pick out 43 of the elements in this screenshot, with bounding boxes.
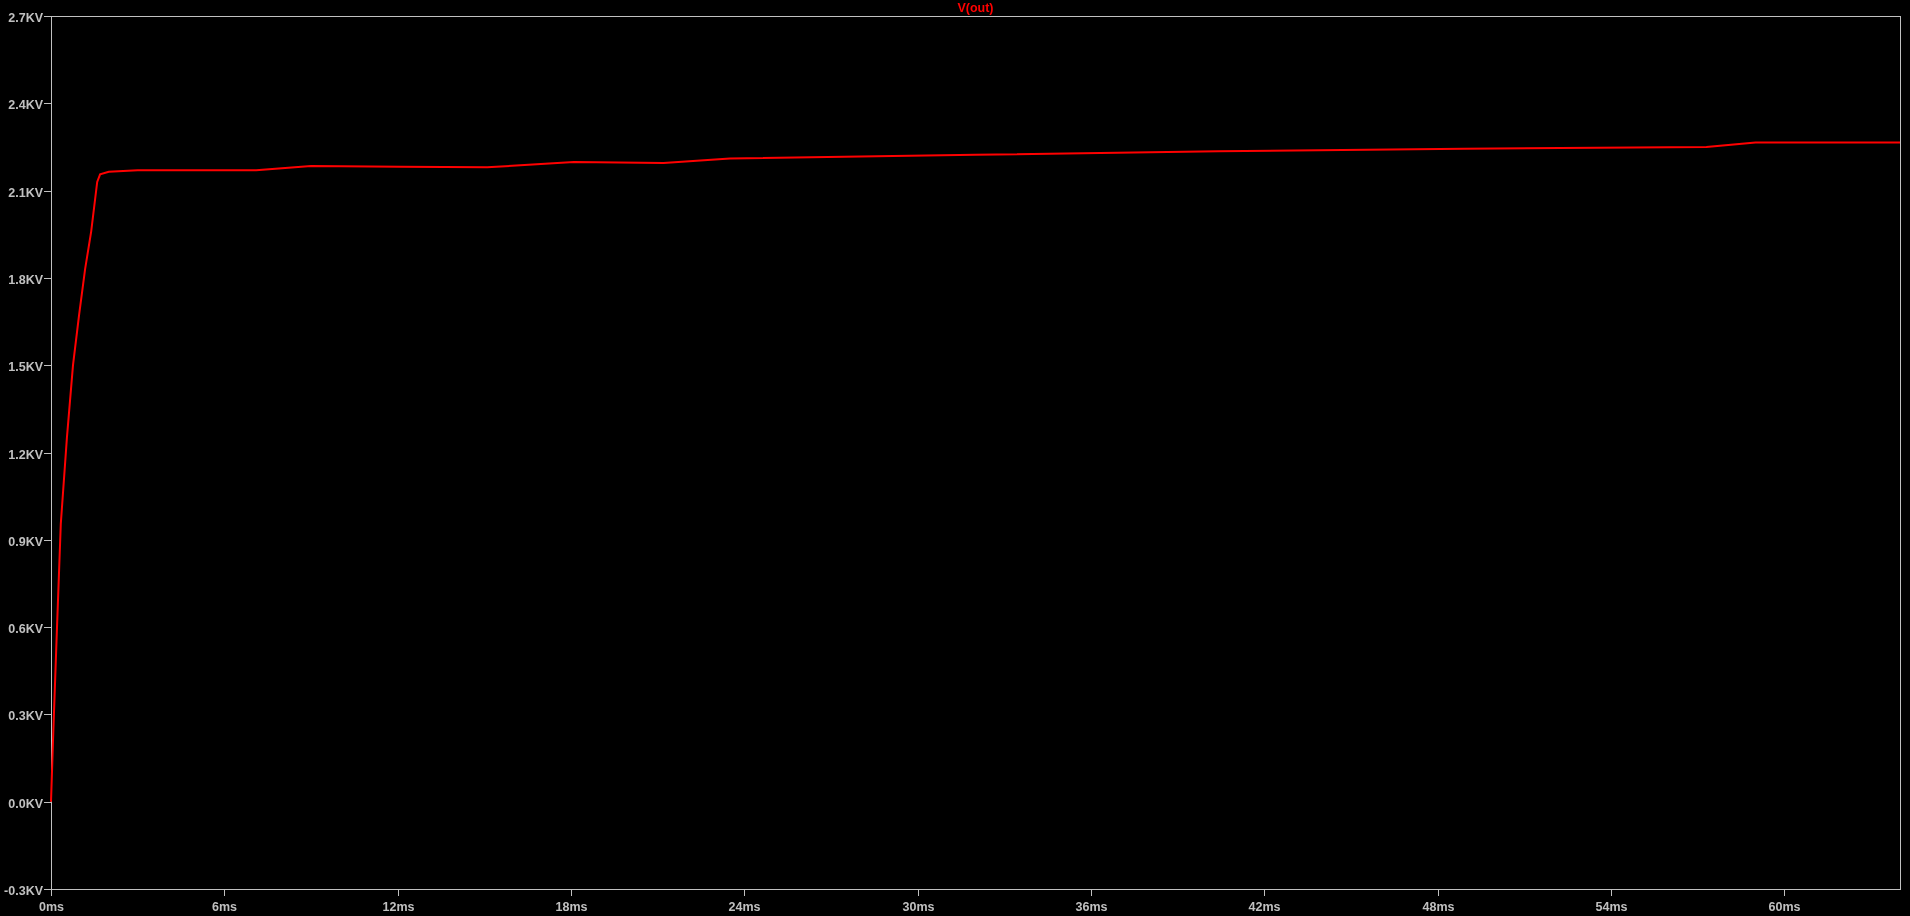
y-tick-label: 1.5KV bbox=[8, 359, 43, 374]
x-tick-label: 30ms bbox=[902, 900, 935, 914]
y-tick-label: 0.6KV bbox=[8, 621, 43, 636]
tick-mark bbox=[43, 278, 52, 279]
x-tick-label: 54ms bbox=[1595, 900, 1628, 914]
tick-mark bbox=[571, 888, 572, 897]
trace-legend-label[interactable]: V(out) bbox=[957, 1, 994, 15]
tick-mark bbox=[43, 16, 52, 17]
tick-mark bbox=[1091, 888, 1092, 897]
tick-mark bbox=[43, 365, 52, 366]
tick-mark bbox=[43, 627, 52, 628]
tick-mark bbox=[43, 103, 52, 104]
x-tick-label: 0ms bbox=[39, 900, 64, 914]
y-tick-label: 2.4KV bbox=[8, 97, 43, 112]
x-tick-label: 6ms bbox=[212, 900, 237, 914]
y-tick-label: 1.8KV bbox=[8, 272, 43, 287]
tick-mark bbox=[43, 191, 52, 192]
tick-mark bbox=[43, 802, 52, 803]
y-tick-label: 0.3KV bbox=[8, 708, 43, 723]
tick-mark bbox=[43, 453, 52, 454]
x-tick-label: 24ms bbox=[728, 900, 761, 914]
tick-mark bbox=[1611, 888, 1612, 897]
y-tick-label: -0.3KV bbox=[4, 883, 43, 898]
x-tick-label: 42ms bbox=[1248, 900, 1281, 914]
tick-mark bbox=[43, 540, 52, 541]
tick-mark bbox=[1784, 888, 1785, 897]
tick-mark bbox=[398, 888, 399, 897]
y-tick-label: 0.9KV bbox=[8, 534, 43, 549]
x-tick-label: 48ms bbox=[1422, 900, 1455, 914]
tick-mark bbox=[224, 888, 225, 897]
tick-mark bbox=[43, 714, 52, 715]
y-tick-label: 2.7KV bbox=[8, 10, 43, 25]
y-tick-label: 1.2KV bbox=[8, 447, 43, 462]
tick-mark bbox=[918, 888, 919, 897]
x-tick-label: 60ms bbox=[1768, 900, 1801, 914]
x-tick-label: 18ms bbox=[555, 900, 588, 914]
tick-mark bbox=[744, 888, 745, 897]
y-tick-label: 2.1KV bbox=[8, 185, 43, 200]
x-tick-label: 36ms bbox=[1075, 900, 1108, 914]
x-tick-label: 12ms bbox=[382, 900, 415, 914]
tick-mark bbox=[1264, 888, 1265, 897]
y-tick-label: 0.0KV bbox=[8, 796, 43, 811]
tick-mark bbox=[1438, 888, 1439, 897]
